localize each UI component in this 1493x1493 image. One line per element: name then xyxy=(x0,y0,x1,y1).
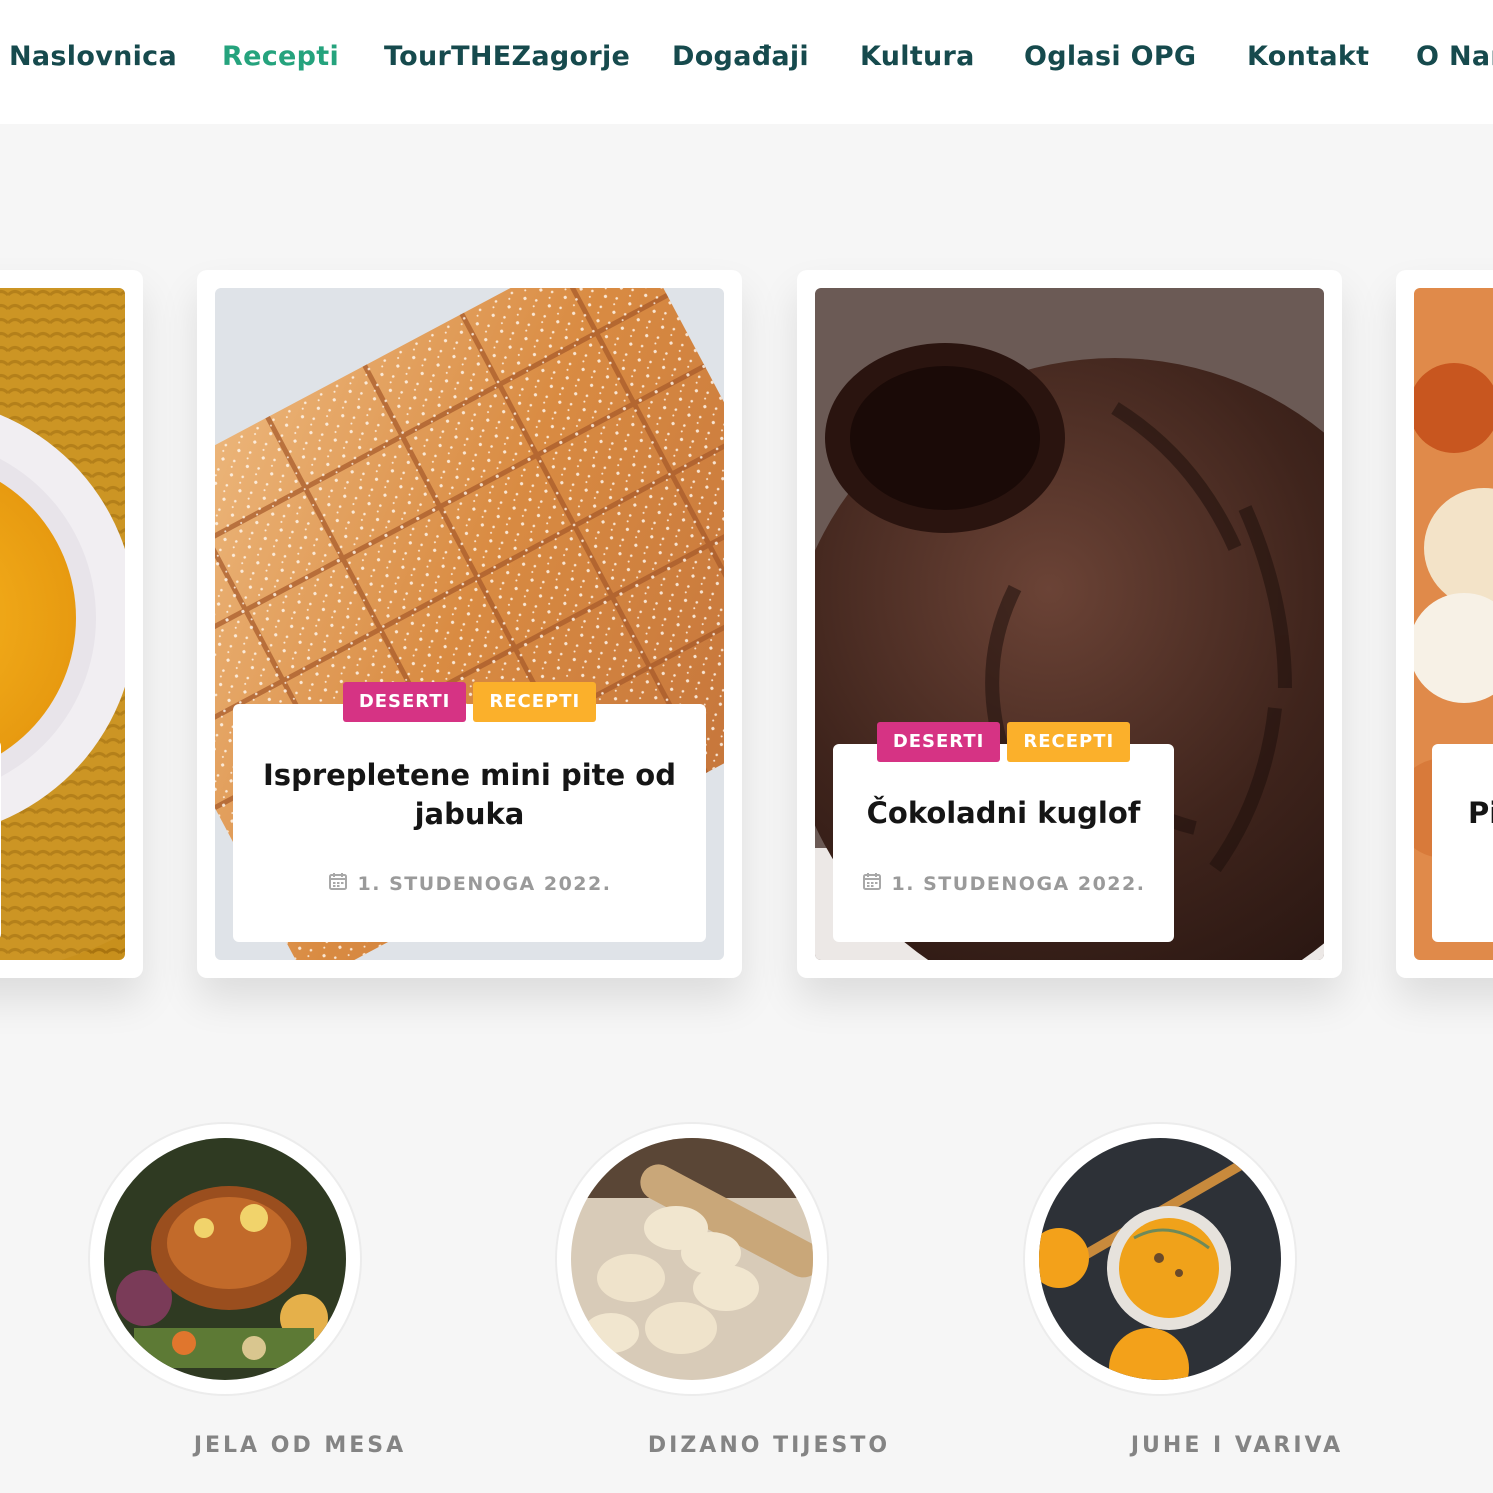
calendar-icon xyxy=(862,871,882,896)
nav-item-recepti[interactable]: Recepti xyxy=(222,40,339,74)
category-label-juhe-i-variva[interactable]: JUHE I VARIVA xyxy=(1057,1433,1417,1458)
dough-balls-photo xyxy=(571,1138,813,1380)
recipe-slider: DESERTI RECEPTI Isprepletene mini pite o… xyxy=(0,124,1493,1124)
recipe-date-text: 1. STUDENOGA 2022. xyxy=(891,872,1146,895)
tag-deserti[interactable]: DESERTI xyxy=(876,722,1001,762)
nav-item-o-nama[interactable]: O Nama xyxy=(1416,40,1493,74)
tag-recepti[interactable]: RECEPTI xyxy=(1007,722,1131,762)
roast-chicken-photo xyxy=(104,1138,346,1380)
category-dizano-tijesto[interactable] xyxy=(557,1124,827,1394)
recipe-card-pizza[interactable]: Pi xyxy=(1396,270,1493,978)
pumpkin-soup-photo xyxy=(1039,1138,1281,1380)
recipe-card-soup[interactable] xyxy=(0,270,143,978)
nav-item-kultura[interactable]: Kultura xyxy=(860,40,975,74)
soup-bowl-photo xyxy=(0,288,125,960)
recipe-date-text: 1. STUDENOGA 2022. xyxy=(357,872,612,895)
recipe-date: 1. STUDENOGA 2022. xyxy=(833,871,1174,896)
nav-item-oglasi-opg[interactable]: Oglasi OPG xyxy=(1024,40,1196,74)
recipe-card-cokoladni-kuglof[interactable]: DESERTI RECEPTI Čokoladni kuglof 1. STUD… xyxy=(797,270,1342,978)
recipe-date: 1. STUDENOGA 2022. xyxy=(233,871,706,896)
category-label-jela-od-mesa[interactable]: JELA OD MESA xyxy=(120,1433,480,1458)
recipe-title[interactable]: Pi xyxy=(1432,744,1493,833)
main-navigation: Naslovnica Recepti TourTHEZagorje Događa… xyxy=(0,0,1493,124)
recipe-card-apple-pie[interactable]: DESERTI RECEPTI Isprepletene mini pite o… xyxy=(197,270,742,978)
recipe-card-info: Pi xyxy=(1432,744,1493,942)
nav-item-dogadaji[interactable]: Događaji xyxy=(672,40,809,74)
recipe-card-info: DESERTI RECEPTI Čokoladni kuglof 1. STUD… xyxy=(833,722,1174,942)
tag-list: DESERTI RECEPTI xyxy=(233,682,706,722)
category-juhe-i-variva[interactable] xyxy=(1025,1124,1295,1394)
category-jela-od-mesa[interactable] xyxy=(90,1124,360,1394)
nav-item-tourthezagorje[interactable]: TourTHEZagorje xyxy=(384,40,630,74)
nav-item-naslovnica[interactable]: Naslovnica xyxy=(9,40,177,74)
recipe-card-info xyxy=(0,740,1,940)
recipe-title[interactable]: Isprepletene mini pite od jabuka xyxy=(233,704,706,834)
calendar-icon xyxy=(328,871,348,896)
tag-recepti[interactable]: RECEPTI xyxy=(473,682,597,722)
category-label-dizano-tijesto[interactable]: DIZANO TIJESTO xyxy=(589,1433,949,1458)
nav-item-kontakt[interactable]: Kontakt xyxy=(1247,40,1369,74)
tag-deserti[interactable]: DESERTI xyxy=(342,682,467,722)
recipe-card-info: DESERTI RECEPTI Isprepletene mini pite o… xyxy=(233,682,706,942)
tag-list: DESERTI RECEPTI xyxy=(833,722,1174,762)
